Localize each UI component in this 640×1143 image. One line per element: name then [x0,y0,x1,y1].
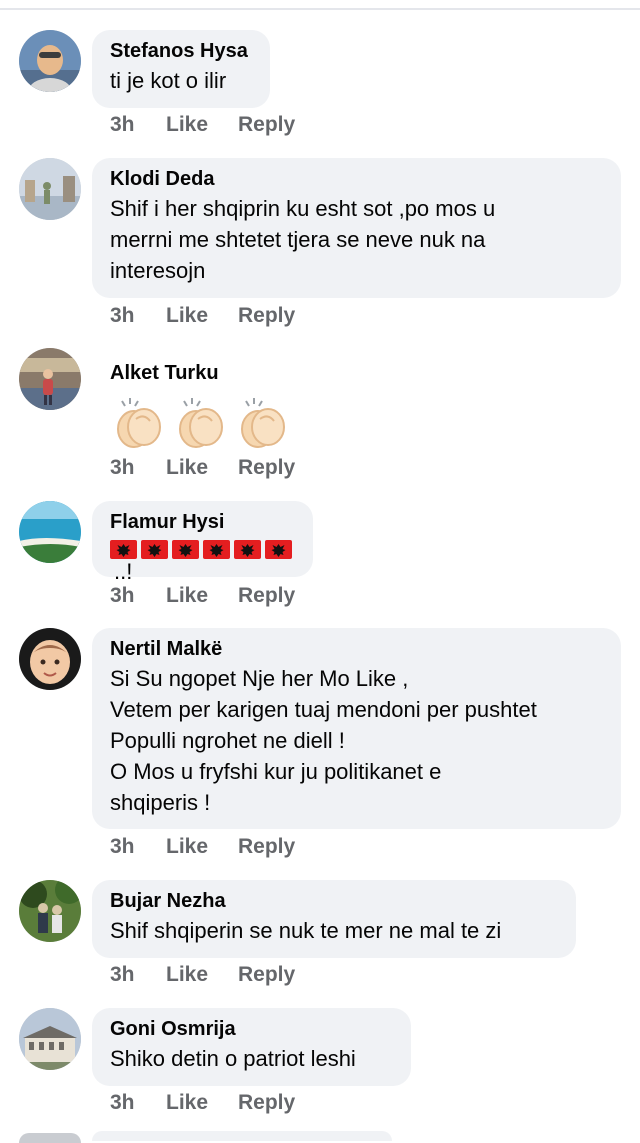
comment-bubble: Nertil Malkë Si Su ngopet Nje her Mo Lik… [92,628,621,829]
avatar[interactable] [19,30,81,92]
reply-button[interactable]: Reply [238,304,295,328]
avatar[interactable] [19,501,81,563]
avatar-photo-icon [19,501,81,563]
comment-bubble: Flamur Hysi ..! [92,501,313,584]
avatar[interactable] [19,158,81,220]
top-divider [0,8,640,10]
avatar-photo-icon [19,158,81,220]
comment-bubble: Bujar Nezha Shif shqiperin se nuk te mer… [92,880,576,958]
like-button[interactable]: Like [166,456,238,480]
comment-timestamp[interactable]: 3h [110,456,166,480]
comment-text: ti je kot o ilir [110,68,227,93]
like-button[interactable]: Like [166,835,238,859]
avatar-photo-icon [19,628,81,690]
comment-bubble: Klodi Deda Shif i her shqiprin ku esht s… [92,158,621,298]
comment-timestamp[interactable]: 3h [110,113,166,137]
reply-button[interactable]: Reply [238,963,295,987]
albanian-flag-icon [203,540,230,559]
comment-text: Shif i her shqiprin ku esht sot ,po mos … [110,196,496,283]
avatar-photo-icon [19,348,81,410]
comment-author[interactable]: Stefanos Hysa [110,39,252,63]
reaction-emojis [110,394,290,452]
avatar[interactable] [19,1008,81,1070]
clapping-hands-icon [117,398,161,448]
comment-bubble: Goni Osmrija Shiko detin o patriot leshi [92,1008,411,1086]
comment-author[interactable]: Alket Turku [110,361,219,385]
comment-text: Si Su ngopet Nje her Mo Like , Vetem per… [110,666,537,815]
comment-actions: 3h Like Reply [110,835,295,859]
comment-author[interactable]: Goni Osmrija [110,1017,393,1041]
flag-emojis [110,540,292,559]
like-button[interactable]: Like [166,584,238,608]
next-comment-bubble-partial [92,1131,392,1141]
avatar[interactable] [19,628,81,690]
like-button[interactable]: Like [166,304,238,328]
comment-text: Shiko detin o patriot leshi [110,1046,356,1071]
comment-timestamp[interactable]: 3h [110,835,166,859]
comment-actions: 3h Like Reply [110,456,295,480]
comment-text: ..! [114,559,133,584]
comment-timestamp[interactable]: 3h [110,1091,166,1115]
reply-button[interactable]: Reply [238,113,295,137]
comment-author[interactable]: Flamur Hysi [110,510,295,534]
reply-button[interactable]: Reply [238,1091,295,1115]
comment-timestamp[interactable]: 3h [110,304,166,328]
like-button[interactable]: Like [166,963,238,987]
avatar[interactable] [19,880,81,942]
comment-actions: 3h Like Reply [110,113,295,137]
albanian-flag-icon [265,540,292,559]
comment-actions: 3h Like Reply [110,1091,295,1115]
reply-button[interactable]: Reply [238,835,295,859]
clapping-hands-icon [179,398,223,448]
avatar-photo-icon [19,30,81,92]
avatar-photo-icon [19,1008,81,1070]
comment-bubble: Stefanos Hysa ti je kot o ilir [92,30,270,108]
comment-text: Shif shqiperin se nuk te mer ne mal te z… [110,918,502,943]
comment-timestamp[interactable]: 3h [110,963,166,987]
avatar[interactable] [19,348,81,410]
albanian-flag-icon [172,540,199,559]
avatar-photo-icon [19,880,81,942]
comment-actions: 3h Like Reply [110,963,295,987]
clapping-hands-icon [241,398,285,448]
comment-author[interactable]: Klodi Deda [110,167,603,191]
comment-actions: 3h Like Reply [110,584,295,608]
albanian-flag-icon [141,540,168,559]
albanian-flag-icon [110,540,137,559]
comment-actions: 3h Like Reply [110,304,295,328]
next-comment-avatar-partial [19,1133,81,1143]
reply-button[interactable]: Reply [238,584,295,608]
albanian-flag-icon [234,540,261,559]
flag-row: ..! [110,540,295,584]
comment-timestamp[interactable]: 3h [110,584,166,608]
like-button[interactable]: Like [166,113,238,137]
like-button[interactable]: Like [166,1091,238,1115]
reply-button[interactable]: Reply [238,456,295,480]
comment-author[interactable]: Bujar Nezha [110,889,558,913]
comment-author[interactable]: Nertil Malkë [110,637,603,661]
